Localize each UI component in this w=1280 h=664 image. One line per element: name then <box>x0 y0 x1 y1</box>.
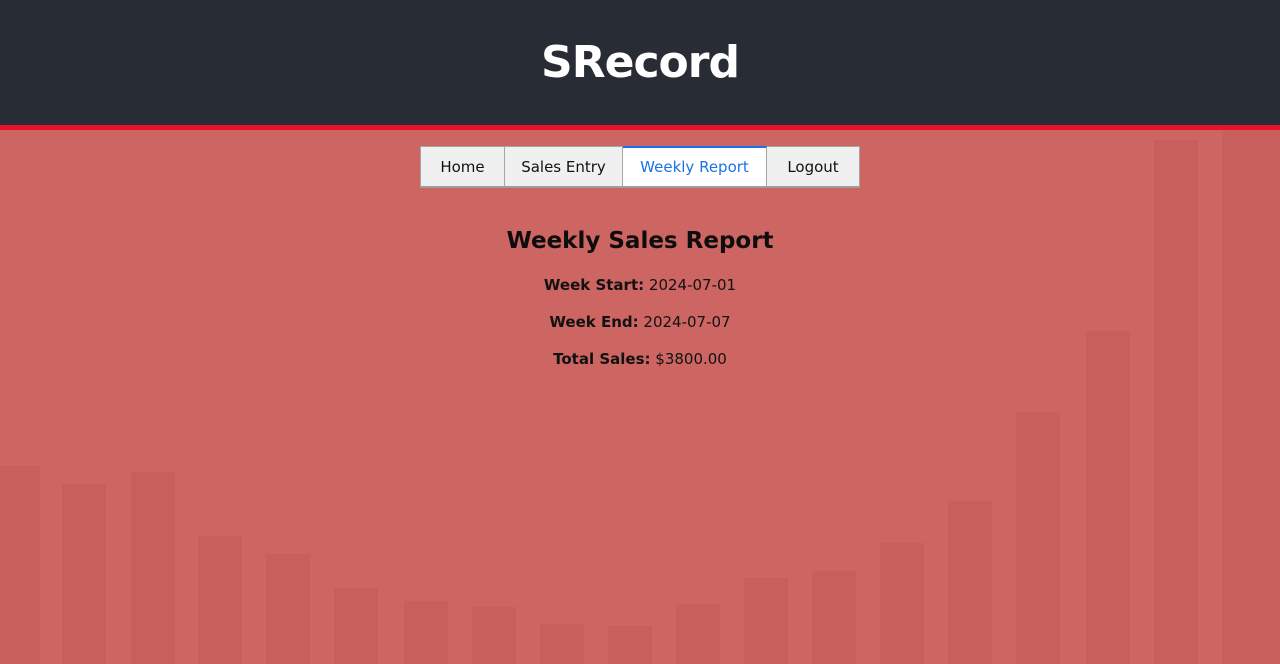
app-header: SRecord <box>0 0 1280 130</box>
total-sales-row: Total Sales: $3800.00 <box>0 350 1280 368</box>
week-end-value: 2024-07-07 <box>643 313 731 331</box>
tab-logout[interactable]: Logout <box>767 146 860 188</box>
total-sales-label: Total Sales: <box>553 350 651 368</box>
tab-sales-entry-label: Sales Entry <box>521 157 606 176</box>
app-title: SRecord <box>541 36 740 88</box>
tab-home[interactable]: Home <box>420 146 505 188</box>
tab-logout-label: Logout <box>787 157 839 176</box>
tab-home-label: Home <box>440 157 485 176</box>
week-end-row: Week End: 2024-07-07 <box>0 313 1280 331</box>
weekly-report-section: Weekly Sales Report Week Start: 2024-07-… <box>0 228 1280 368</box>
tab-weekly-report-label: Weekly Report <box>640 158 749 176</box>
week-start-row: Week Start: 2024-07-01 <box>0 276 1280 294</box>
week-end-label: Week End: <box>549 313 639 331</box>
week-start-value: 2024-07-01 <box>648 276 737 294</box>
tab-sales-entry[interactable]: Sales Entry <box>505 146 623 188</box>
total-sales-value: $3800.00 <box>655 350 727 368</box>
main-nav: Home Sales Entry Weekly Report Logout <box>0 146 1280 188</box>
tab-weekly-report[interactable]: Weekly Report <box>623 146 767 188</box>
background-bar-graphic <box>0 130 1280 664</box>
week-start-label: Week Start: <box>543 276 645 294</box>
report-heading: Weekly Sales Report <box>506 228 774 254</box>
